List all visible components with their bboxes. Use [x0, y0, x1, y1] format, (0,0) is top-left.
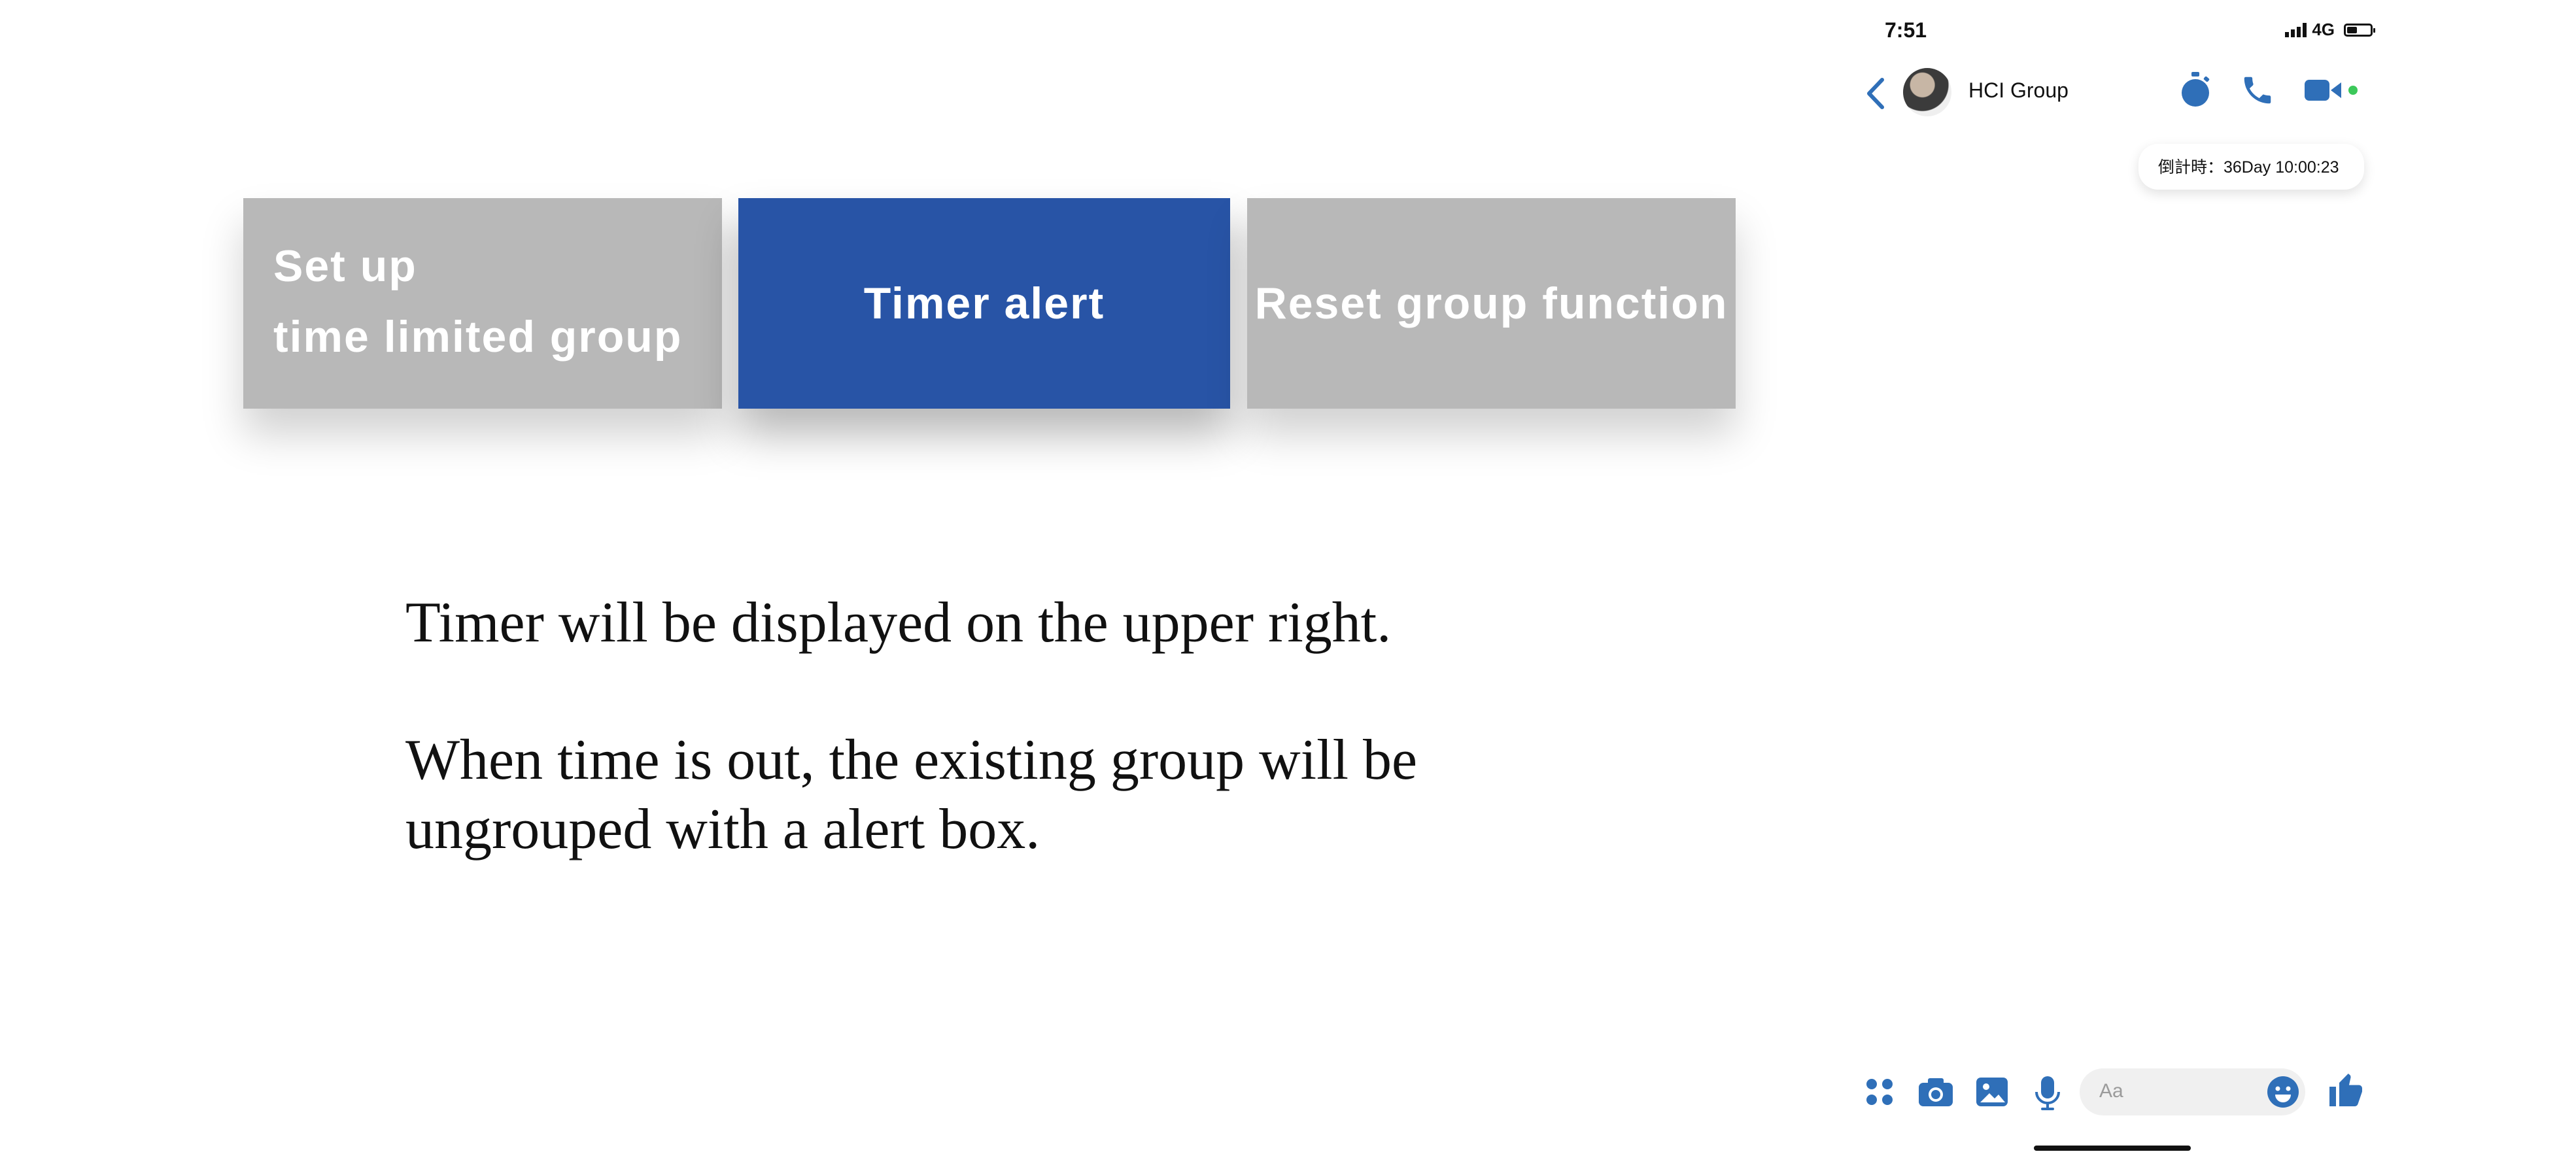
apps-grid-icon[interactable]	[1861, 1074, 1898, 1110]
tab-timer-alert[interactable]: Timer alert	[738, 198, 1230, 409]
tab-reset-group-function[interactable]: Reset group function	[1247, 198, 1736, 409]
tab-label-line2: time limited group	[273, 312, 683, 362]
tab-label: Reset group function	[1254, 279, 1728, 328]
status-time: 7:51	[1885, 18, 1927, 42]
status-indicators: 4G	[2285, 20, 2375, 40]
thumbs-up-icon[interactable]	[2326, 1070, 2365, 1110]
gallery-icon[interactable]	[1974, 1074, 2010, 1110]
online-dot-icon	[2348, 86, 2358, 95]
battery-icon	[2344, 23, 2375, 37]
home-indicator	[2034, 1146, 2191, 1151]
back-chevron-icon[interactable]	[1863, 77, 1889, 110]
emoji-icon[interactable]	[2265, 1074, 2301, 1110]
video-call-icon[interactable]	[2302, 71, 2361, 110]
phone-call-icon[interactable]	[2240, 71, 2275, 110]
stopwatch-icon[interactable]	[2178, 71, 2213, 110]
description-text: Timer will be displayed on the upper rig…	[405, 588, 1648, 864]
tab-label: Timer alert	[863, 279, 1105, 328]
network-type: 4G	[2312, 20, 2335, 39]
avatar[interactable]	[1903, 68, 1951, 116]
signal-icon	[2285, 22, 2307, 37]
feature-tabs: Set up time limited group Timer alert Re…	[243, 198, 1736, 409]
tab-label-line1: Set up	[273, 241, 417, 291]
camera-icon[interactable]	[1916, 1074, 1955, 1110]
description-line-1: Timer will be displayed on the upper rig…	[405, 591, 1392, 654]
countdown-timer: 倒計時：36Day 10:00:23	[2138, 144, 2364, 190]
description-line-2: When time is out, the existing group wil…	[405, 728, 1418, 861]
chat-header: HCI Group	[1831, 65, 2387, 118]
message-input-placeholder: Aa	[2099, 1080, 2123, 1102]
group-name[interactable]: HCI Group	[1968, 78, 2069, 103]
microphone-icon[interactable]	[2031, 1074, 2064, 1113]
phone-screen: 7:51 4G HCI Group 倒計時：36Day 10:00:23 Aa	[1831, 0, 2387, 1156]
tab-set-up-time-limited-group[interactable]: Set up time limited group	[243, 198, 722, 409]
message-input[interactable]: Aa	[2080, 1068, 2305, 1115]
message-composer: Aa	[1831, 1066, 2387, 1118]
